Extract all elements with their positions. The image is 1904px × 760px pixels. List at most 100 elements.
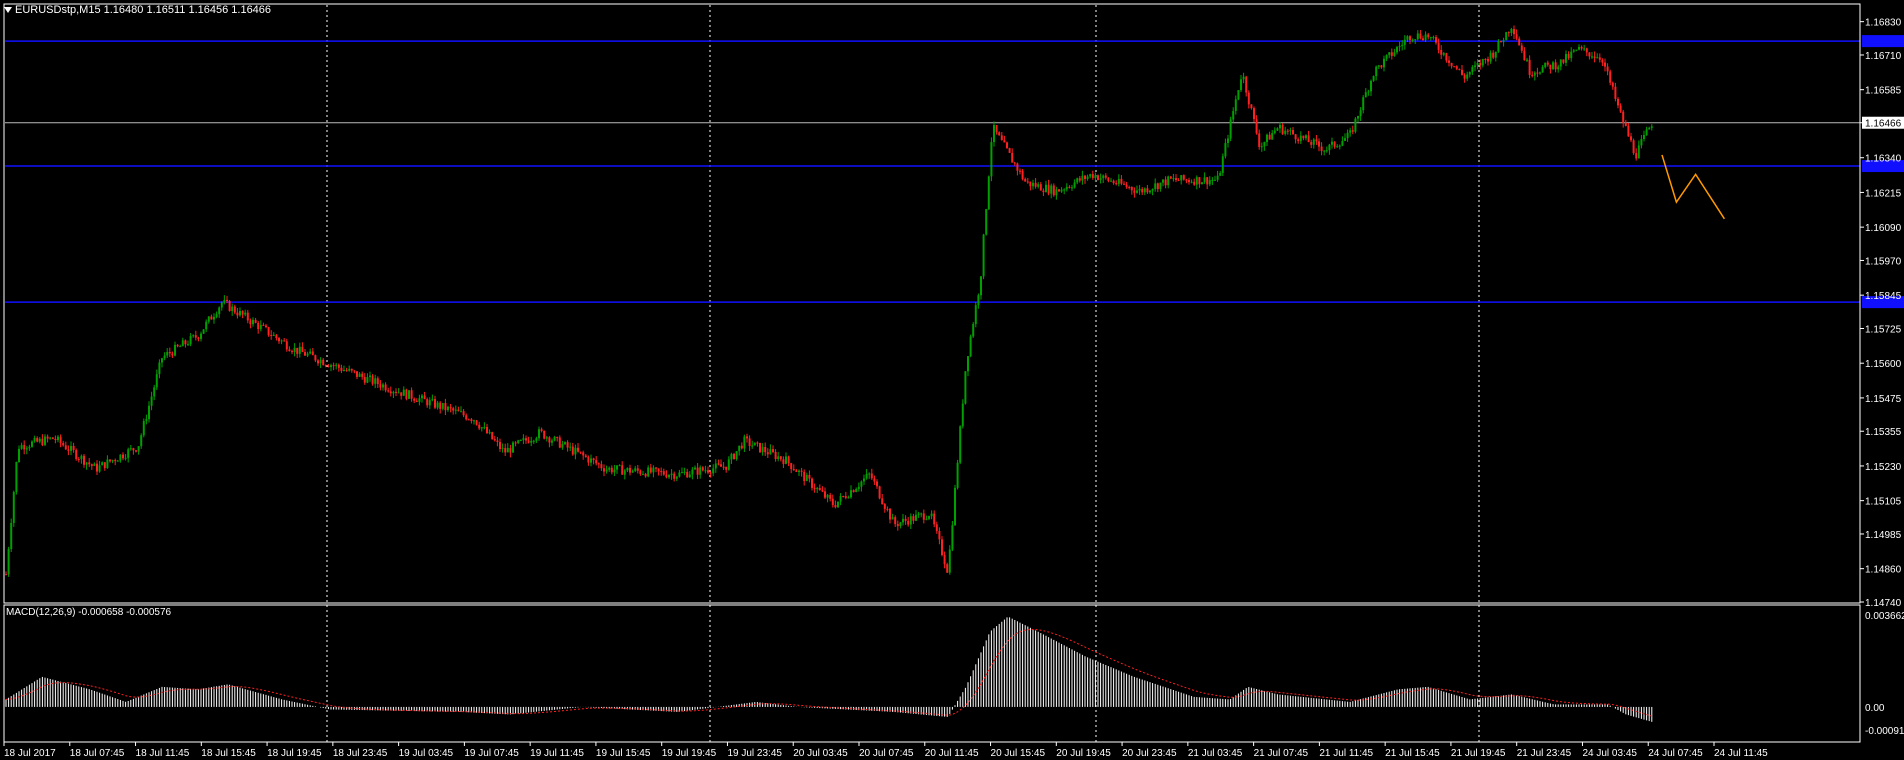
candle-body-54 (145, 419, 148, 422)
vertical-grid (326, 5, 1480, 742)
candle-body-531 (1385, 55, 1388, 59)
candle-body-437 (1141, 188, 1144, 193)
candle-body-313 (818, 488, 821, 491)
candle-body-113 (298, 346, 301, 354)
candle-body-111 (293, 347, 296, 352)
candle-body-444 (1159, 182, 1162, 190)
candle-body-85 (226, 299, 228, 302)
candle-body-267 (699, 467, 702, 475)
candle-body-243 (636, 468, 639, 471)
candle-body-350 (915, 514, 917, 521)
candle-body-245 (642, 473, 644, 475)
candle-body-339 (886, 508, 889, 510)
candle-body-558 (1455, 66, 1458, 69)
candle-body-144 (379, 384, 382, 388)
candle-body-176 (462, 411, 465, 416)
candle-body-187 (491, 432, 494, 440)
candle-body-474 (1237, 90, 1240, 100)
candle-body-498 (1299, 135, 1302, 142)
candle-body-395 (1032, 182, 1034, 187)
candle-body-623 (1624, 122, 1627, 126)
candle-body-152 (400, 392, 403, 396)
symbol-header[interactable]: EURUSDstp,M15 1.16480 1.16511 1.16456 1.… (4, 4, 271, 16)
time-label-2: 18 Jul 11:45 (136, 748, 190, 759)
candle-body-347 (907, 520, 910, 525)
candle-body-540 (1409, 36, 1411, 41)
candle-body-272 (712, 468, 715, 474)
candle-body-314 (821, 490, 824, 492)
candle-body-174 (457, 409, 460, 412)
candle-body-96 (254, 319, 257, 323)
candle-body-388 (1013, 162, 1016, 164)
candle-body-478 (1247, 92, 1250, 105)
candle-body-462 (1206, 177, 1209, 185)
candle-body-112 (296, 347, 299, 354)
candle-body-589 (1536, 72, 1539, 74)
candle-body-553 (1442, 53, 1445, 55)
time-label-15: 20 Jul 15:45 (991, 748, 1046, 759)
candle-body-25 (70, 445, 72, 451)
candle-body-265 (694, 467, 696, 470)
candle-body-447 (1167, 176, 1170, 186)
candle-body-427 (1115, 183, 1118, 185)
candle-body-522 (1362, 97, 1365, 111)
candle-body-129 (340, 367, 343, 371)
candle-body-23 (64, 445, 67, 450)
candle-body-423 (1104, 175, 1107, 178)
forecast-path[interactable] (1661, 154, 1726, 220)
candle-body-396 (1034, 182, 1037, 187)
candle-body-552 (1440, 49, 1443, 55)
candle-body-207 (543, 430, 546, 439)
dropdown-triangle-icon[interactable] (4, 7, 12, 14)
candle-body-454 (1185, 179, 1188, 181)
candle-body-322 (842, 496, 845, 498)
candle-body-223 (584, 455, 587, 457)
candle-body-217 (569, 446, 572, 448)
candle-body-71 (189, 336, 192, 345)
candle-body-466 (1216, 175, 1219, 180)
time-label-0: 18 Jul 2017 (4, 748, 56, 759)
candle-body-400 (1045, 184, 1047, 193)
candle-body-192 (504, 448, 507, 453)
candle-body-539 (1406, 36, 1409, 40)
candle-body-376 (982, 234, 985, 277)
candle-body-617 (1609, 71, 1612, 83)
horizontal-levels[interactable] (5, 35, 1904, 309)
candle-body-433 (1130, 187, 1133, 191)
candle-body-225 (590, 458, 592, 463)
candle-body-81 (215, 314, 218, 317)
candle-body-360 (941, 539, 943, 556)
candle-body-134 (353, 370, 356, 372)
candle-body-509 (1328, 144, 1331, 151)
candle-body-315 (824, 491, 826, 498)
candle-body-65 (174, 344, 176, 356)
macd-axis-label-1: 0.00 (1865, 703, 1885, 714)
candle-body-252 (660, 471, 663, 473)
candle-body-275 (720, 464, 722, 467)
candle-body-324 (847, 497, 850, 499)
candle-body-535 (1396, 47, 1398, 53)
candle-body-167 (439, 402, 442, 409)
candle-body-84 (223, 299, 226, 303)
candle-body-621 (1619, 105, 1622, 112)
time-label-18: 21 Jul 03:45 (1188, 748, 1243, 759)
candle-body-484 (1263, 142, 1266, 147)
candle-body-440 (1149, 190, 1151, 193)
candle-body-377 (985, 209, 988, 235)
candle-body-180 (473, 420, 475, 422)
chart-canvas[interactable]: 1.16830 1.16710 1.16585 1.16466 1.16340 1.162… (0, 0, 1904, 760)
candle-body-410 (1071, 187, 1073, 189)
candle-body-170 (447, 406, 449, 411)
candle-body-151 (397, 392, 400, 394)
candle-body-128 (337, 364, 340, 368)
candle-body-109 (288, 349, 291, 352)
candle-body-620 (1617, 98, 1619, 106)
candle-body-94 (249, 320, 252, 325)
time-label-26: 24 Jul 11:45 (1714, 748, 1768, 759)
candle-body-100 (265, 325, 267, 328)
candle-body-461 (1203, 177, 1206, 183)
candle-body-168 (441, 403, 444, 409)
candle-body-348 (909, 516, 912, 525)
candle-body-554 (1445, 53, 1448, 61)
candle-body-290 (759, 442, 761, 453)
